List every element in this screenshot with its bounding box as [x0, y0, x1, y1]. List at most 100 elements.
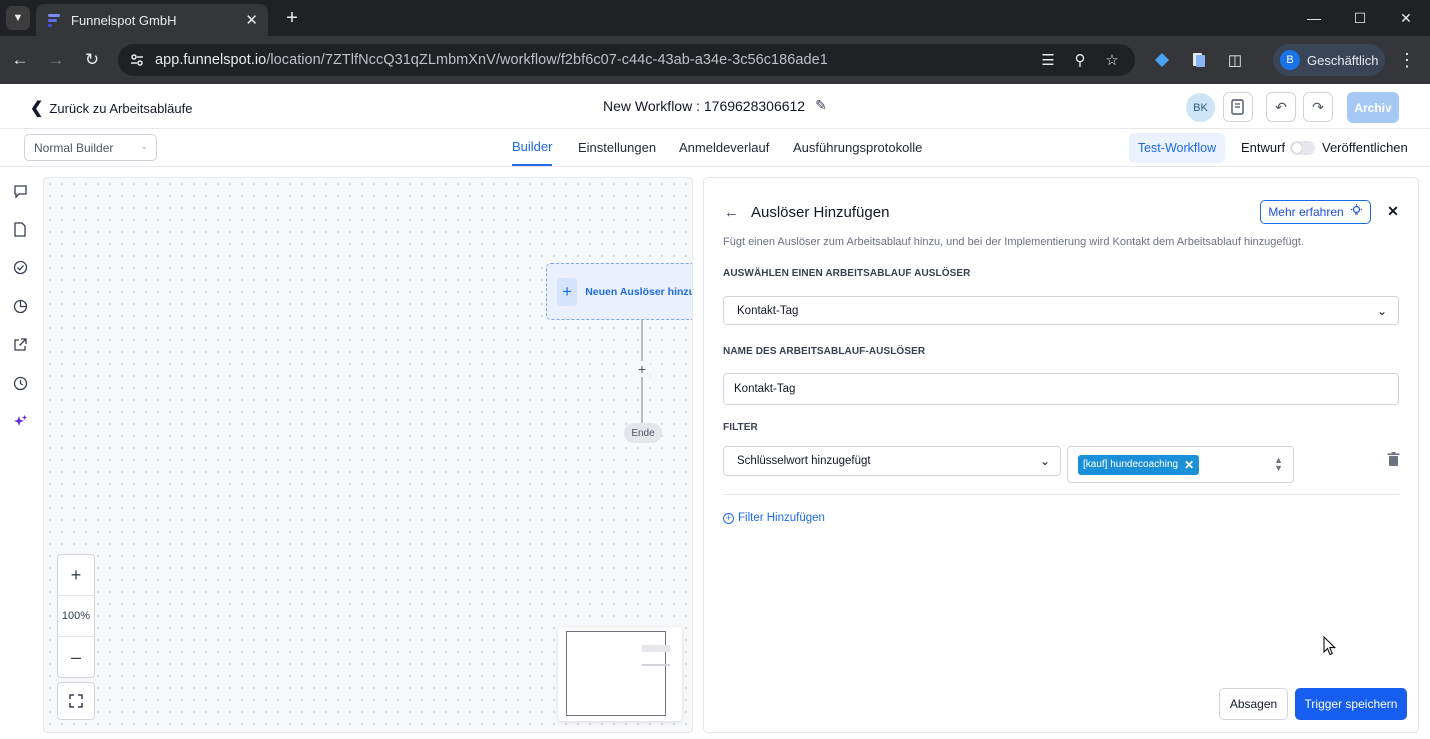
workflow-canvas[interactable]: + Neuen Auslöser hinzufü + Ende + 100% – — [43, 177, 693, 733]
funnelspot-logo-icon — [48, 14, 60, 27]
document-icon[interactable] — [11, 220, 29, 238]
minimap-node — [642, 664, 670, 666]
profile-label: Geschäftlich — [1307, 52, 1379, 68]
panel-description: Fügt einen Auslöser zum Arbeitsablauf hi… — [723, 236, 1304, 248]
extension-document-icon[interactable] — [1187, 48, 1211, 72]
pencil-icon[interactable]: ✎ — [815, 97, 827, 114]
trigger-name-label: NAME DES ARBEITSABLAUF-AUSLÖSER — [723, 346, 926, 357]
connector-line — [641, 320, 643, 361]
minimap-viewport[interactable] — [566, 631, 666, 716]
toggle-knob — [1292, 143, 1302, 153]
panel-title-text: Auslöser Hinzufügen — [751, 204, 890, 221]
url-host: app.funnelspot.io — [155, 52, 267, 68]
trigger-select-label: AUSWÄHLEN EINEN ARBEITSABLAUF AUSLÖSER — [723, 268, 971, 279]
add-filter-link[interactable]: + Filter Hinzufügen — [723, 512, 825, 524]
pie-chart-icon[interactable] — [11, 297, 29, 315]
test-workflow-button[interactable]: Test-Workflow — [1129, 133, 1225, 163]
site-settings-icon[interactable] — [128, 51, 146, 69]
url-text: app.funnelspot.io/location/7ZTlfNccQ31qZ… — [155, 52, 828, 68]
reload-icon[interactable]: ↻ — [80, 48, 104, 72]
app-header: ❮ Zurück zu Arbeitsabläufe New Workflow … — [0, 84, 1430, 129]
profile-avatar: B — [1280, 50, 1300, 70]
filter-tag-select[interactable]: [kauf] hundecoaching ✕ ▲ ▼ — [1067, 446, 1294, 483]
zoom-controls: + 100% – — [57, 554, 95, 678]
delete-filter-icon[interactable] — [1384, 450, 1402, 468]
plus-icon: + — [557, 277, 578, 306]
lightbulb-icon — [1350, 204, 1363, 220]
tab-anmeldeverlauf[interactable]: Anmeldeverlauf — [679, 129, 769, 166]
fit-view-button[interactable] — [57, 682, 95, 720]
extension-diamond-icon[interactable] — [1150, 48, 1174, 72]
learn-more-button[interactable]: Mehr erfahren — [1260, 200, 1371, 224]
minimize-button[interactable]: — — [1291, 0, 1337, 36]
add-trigger-node[interactable]: + Neuen Auslöser hinzufü — [546, 263, 692, 320]
cancel-button[interactable]: Absagen — [1219, 688, 1288, 720]
window-close-button[interactable]: ✕ — [1383, 0, 1429, 36]
check-circle-icon[interactable] — [11, 258, 29, 276]
draft-label: Entwurf — [1241, 140, 1286, 155]
add-filter-label: Filter Hinzufügen — [738, 512, 825, 524]
back-arrow-icon[interactable]: ← — [8, 48, 32, 72]
notes-icon[interactable] — [1223, 92, 1253, 122]
browser-tab[interactable]: Funnelspot GmbH ✕ — [36, 4, 268, 36]
zoom-icon[interactable]: ⚲ — [1068, 48, 1092, 72]
redo-icon[interactable]: ↷ — [1303, 92, 1333, 122]
address-bar[interactable]: app.funnelspot.io/location/7ZTlfNccQ31qZ… — [118, 44, 1135, 76]
chevron-left-icon: ❮ — [30, 100, 44, 117]
external-link-icon[interactable] — [11, 335, 29, 353]
panel-title: ← Auslöser Hinzufügen — [724, 204, 889, 221]
connector-line — [641, 377, 643, 423]
zoom-out-button[interactable]: – — [58, 637, 94, 678]
back-arrow-icon[interactable]: ← — [724, 204, 739, 221]
trigger-type-select[interactable]: Kontakt-Tag ⌄ — [723, 296, 1399, 325]
trigger-name-input[interactable]: Kontakt-Tag — [723, 373, 1399, 405]
maximize-button[interactable]: ☐ — [1337, 0, 1383, 36]
tab-builder[interactable]: Builder — [512, 129, 553, 166]
chat-icon[interactable] — [11, 182, 29, 200]
add-trigger-panel: ← Auslöser Hinzufügen Mehr erfahren ✕ Fü… — [703, 177, 1419, 733]
forward-arrow-icon[interactable]: → — [44, 48, 68, 72]
tag-chip-label: [kauf] hundecoaching — [1083, 459, 1179, 470]
plus-circle-icon: + — [723, 512, 734, 524]
new-tab-button[interactable]: + — [280, 6, 304, 30]
workflow-title[interactable]: New Workflow : 1769628306612 ✎ — [603, 97, 827, 114]
filter-label: FILTER — [723, 422, 758, 433]
minimap[interactable] — [558, 627, 682, 721]
tab-search-button[interactable]: ▼ — [6, 6, 30, 30]
browser-tab-bar: ▼ Funnelspot GmbH ✕ + — ☐ ✕ — [0, 0, 1430, 36]
chevron-down-icon: ⌄ — [1039, 454, 1050, 468]
minimap-node — [642, 645, 670, 652]
filter-field-value: Schlüsselwort hinzugefügt — [737, 455, 871, 467]
ai-sparkle-icon[interactable] — [11, 412, 29, 430]
tab-einstellungen[interactable]: Einstellungen — [578, 129, 656, 166]
back-label: Zurück zu Arbeitsabläufe — [49, 100, 193, 116]
builder-mode-select[interactable]: Normal Builder ⌄ — [24, 134, 157, 161]
translate-icon[interactable]: ☰ — [1036, 48, 1060, 72]
workflow-title-text: New Workflow : 1769628306612 — [603, 97, 806, 114]
trigger-name-value: Kontakt-Tag — [734, 383, 796, 395]
history-icon[interactable] — [11, 374, 29, 392]
remove-tag-icon[interactable]: ✕ — [1184, 458, 1194, 472]
avatar[interactable]: BK — [1186, 93, 1215, 122]
add-step-button[interactable]: + — [634, 361, 650, 377]
tab-close-icon[interactable]: ✕ — [245, 11, 258, 29]
browser-menu-icon[interactable]: ⋮ — [1398, 48, 1416, 72]
back-to-workflows-link[interactable]: ❮ Zurück zu Arbeitsabläufe — [30, 98, 192, 118]
tab-title: Funnelspot GmbH — [71, 12, 177, 28]
extensions-puzzle-icon[interactable]: ◫ — [1223, 48, 1247, 72]
bookmark-star-icon[interactable]: ☆ — [1100, 48, 1124, 72]
close-icon[interactable]: ✕ — [1384, 202, 1402, 220]
save-trigger-button[interactable]: Trigger speichern — [1295, 688, 1407, 720]
chevron-down-icon: ⌄ — [1376, 304, 1387, 318]
browser-toolbar: ← → ↻ app.funnelspot.io/location/7ZTlfNc… — [0, 36, 1430, 84]
chevron-down-icon: ⌄ — [140, 141, 148, 151]
filter-field-select[interactable]: Schlüsselwort hinzugefügt ⌄ — [723, 446, 1061, 476]
tab-ausfuehrungsprotokolle[interactable]: Ausführungsprotokolle — [793, 129, 922, 166]
archive-button[interactable]: Archiv — [1347, 92, 1399, 123]
builder-subheader: Normal Builder ⌄ Builder Einstellungen A… — [0, 129, 1430, 167]
publish-toggle[interactable] — [1290, 141, 1315, 155]
undo-icon[interactable]: ↶ — [1266, 92, 1296, 122]
learn-more-label: Mehr erfahren — [1268, 205, 1344, 219]
profile-button[interactable]: B Geschäftlich — [1273, 44, 1385, 76]
zoom-in-button[interactable]: + — [58, 555, 94, 596]
